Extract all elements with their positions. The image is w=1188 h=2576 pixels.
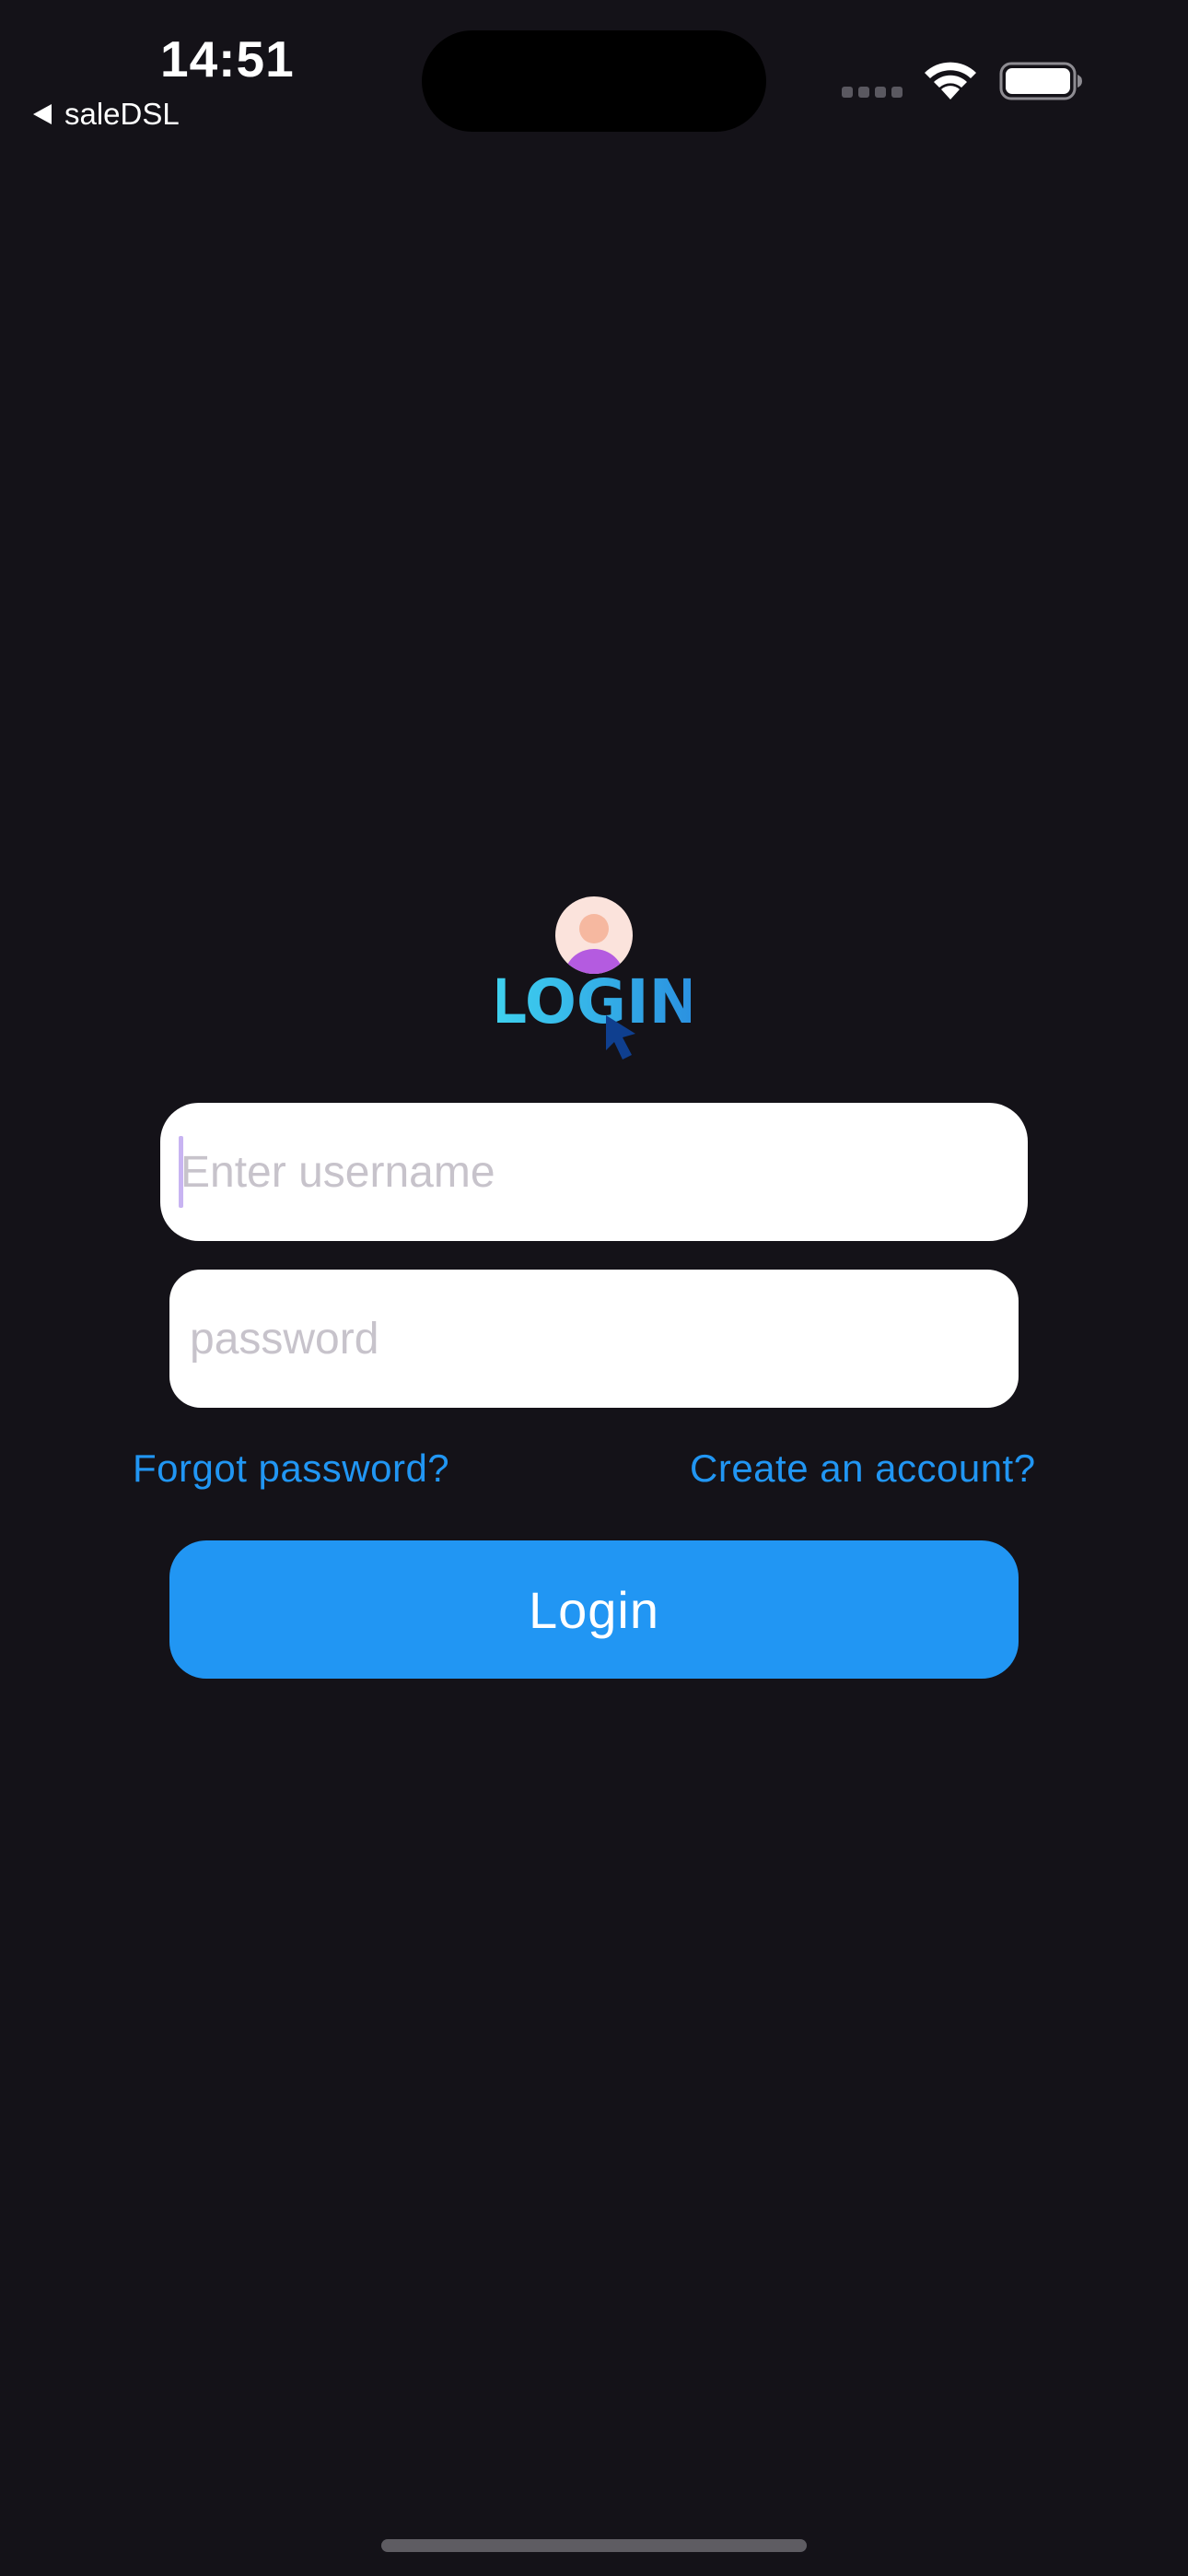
login-button[interactable]: Login [169,1540,1019,1679]
wifi-icon [925,62,976,100]
username-input[interactable] [160,1103,1028,1241]
login-logo: LOGIN [497,896,691,1060]
username-field[interactable] [160,1103,1028,1241]
back-app-label: saleDSL [64,97,180,131]
home-indicator[interactable] [381,2539,807,2552]
status-time: 14:51 [160,30,295,88]
password-input[interactable] [169,1270,1019,1408]
dynamic-island [422,30,766,132]
logo-text: LOGIN [497,966,691,1037]
create-account-link[interactable]: Create an account? [690,1446,1036,1491]
text-cursor [179,1136,183,1208]
battery-icon [999,62,1082,100]
back-to-app-link[interactable]: saleDSL [33,96,180,133]
password-field[interactable] [169,1270,1019,1408]
back-arrow-icon [33,104,52,124]
forgot-password-link[interactable]: Forgot password? [133,1446,449,1491]
cellular-signal-icon [842,87,903,98]
login-screen: 14:51 saleDSL LOGIN Enter username Forgo… [0,0,1188,2576]
